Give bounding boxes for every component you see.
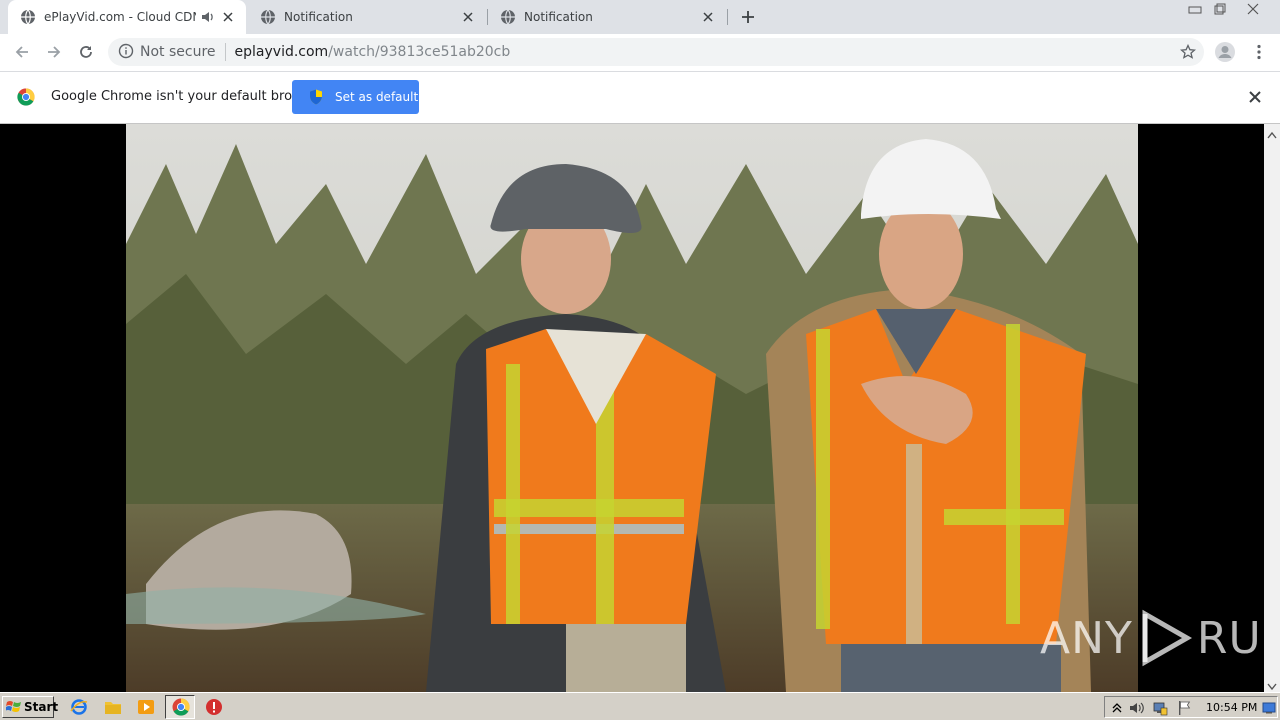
windows-taskbar: Start 10:54 PM (0, 692, 1280, 720)
set-as-default-button[interactable]: Set as default (292, 80, 419, 114)
back-button[interactable] (8, 38, 36, 66)
video-frame-image (126, 124, 1138, 692)
url-text[interactable]: eplayvid.com/watch/93813ce51ab20cb (235, 44, 511, 60)
tab-title: Notification (524, 10, 593, 24)
file-explorer-icon[interactable] (104, 698, 122, 716)
network-icon[interactable] (1152, 700, 1168, 716)
window-close-button[interactable] (1240, 0, 1266, 18)
tab-title: ePlayVid.com - Cloud CDN (44, 10, 196, 24)
start-label: Start (24, 700, 59, 714)
omnibox-divider (224, 43, 226, 61)
security-label[interactable]: Not secure (140, 44, 216, 60)
tab-strip: ePlayVid.com - Cloud CDN Notification No… (0, 0, 1280, 34)
menu-kebab-icon[interactable] (1249, 41, 1269, 63)
profile-avatar-icon[interactable] (1214, 41, 1236, 63)
tab-close-icon[interactable] (220, 9, 236, 25)
action-center-flag-icon[interactable] (1176, 700, 1192, 716)
chrome-logo-icon (17, 88, 35, 106)
url-host: eplayvid.com (234, 44, 329, 60)
info-icon[interactable] (118, 43, 134, 62)
address-bar[interactable]: Not secure eplayvid.com/watch/93813ce51a… (108, 38, 1204, 66)
forward-button[interactable] (40, 38, 68, 66)
video-player[interactable] (126, 124, 1138, 692)
scroll-down-arrow-icon[interactable] (1267, 680, 1277, 691)
taskbar-clock[interactable]: 10:54 PM (1206, 701, 1257, 714)
tab-close-icon[interactable] (700, 9, 716, 25)
tab-close-icon[interactable] (460, 9, 476, 25)
set-as-default-label: Set as default (335, 90, 419, 104)
show-hidden-icons-icon[interactable] (1109, 700, 1125, 716)
browser-toolbar: Not secure eplayvid.com/watch/93813ce51a… (0, 34, 1280, 72)
speaker-icon[interactable] (200, 9, 216, 25)
internet-explorer-icon[interactable] (70, 698, 88, 716)
globe-icon (20, 9, 36, 25)
show-desktop-icon[interactable] (1261, 700, 1277, 716)
chrome-icon (172, 698, 190, 719)
uac-shield-icon (309, 89, 323, 105)
tab-notification-1[interactable]: Notification (248, 0, 486, 34)
restore-button[interactable] (1207, 0, 1233, 18)
default-browser-infobar: Google Chrome isn't your default browser… (0, 72, 1280, 124)
tab-eplayvid[interactable]: ePlayVid.com - Cloud CDN (8, 0, 246, 34)
new-tab-button[interactable] (737, 6, 759, 28)
url-path: /watch/93813ce51ab20cb (328, 44, 511, 60)
play-logo-icon (1135, 608, 1195, 668)
anyrun-watermark: ANY RUN (1040, 608, 1280, 668)
infobar-close-icon[interactable] (1247, 89, 1263, 105)
start-button[interactable]: Start (2, 696, 58, 718)
chrome-taskbar-button[interactable] (165, 695, 195, 719)
scroll-up-arrow-icon[interactable] (1267, 128, 1277, 139)
tab-title: Notification (284, 10, 353, 24)
globe-icon (260, 9, 276, 25)
tab-separator (727, 9, 728, 25)
watermark-left: ANY (1040, 612, 1133, 664)
stop-alert-icon[interactable] (205, 698, 223, 716)
minimize-button[interactable] (1182, 0, 1208, 18)
windows-logo-icon (5, 700, 22, 714)
bookmark-star-icon[interactable] (1179, 43, 1197, 60)
globe-icon (500, 9, 516, 25)
infobar-message: Google Chrome isn't your default browser (51, 89, 323, 104)
tab-notification-2[interactable]: Notification (488, 0, 726, 34)
page-content: ANY RUN (0, 124, 1280, 692)
reload-button[interactable] (72, 38, 100, 66)
system-tray: 10:54 PM (1104, 696, 1278, 718)
page-scrollbar[interactable] (1264, 124, 1280, 692)
volume-icon[interactable] (1129, 700, 1145, 716)
media-player-icon[interactable] (137, 698, 155, 716)
